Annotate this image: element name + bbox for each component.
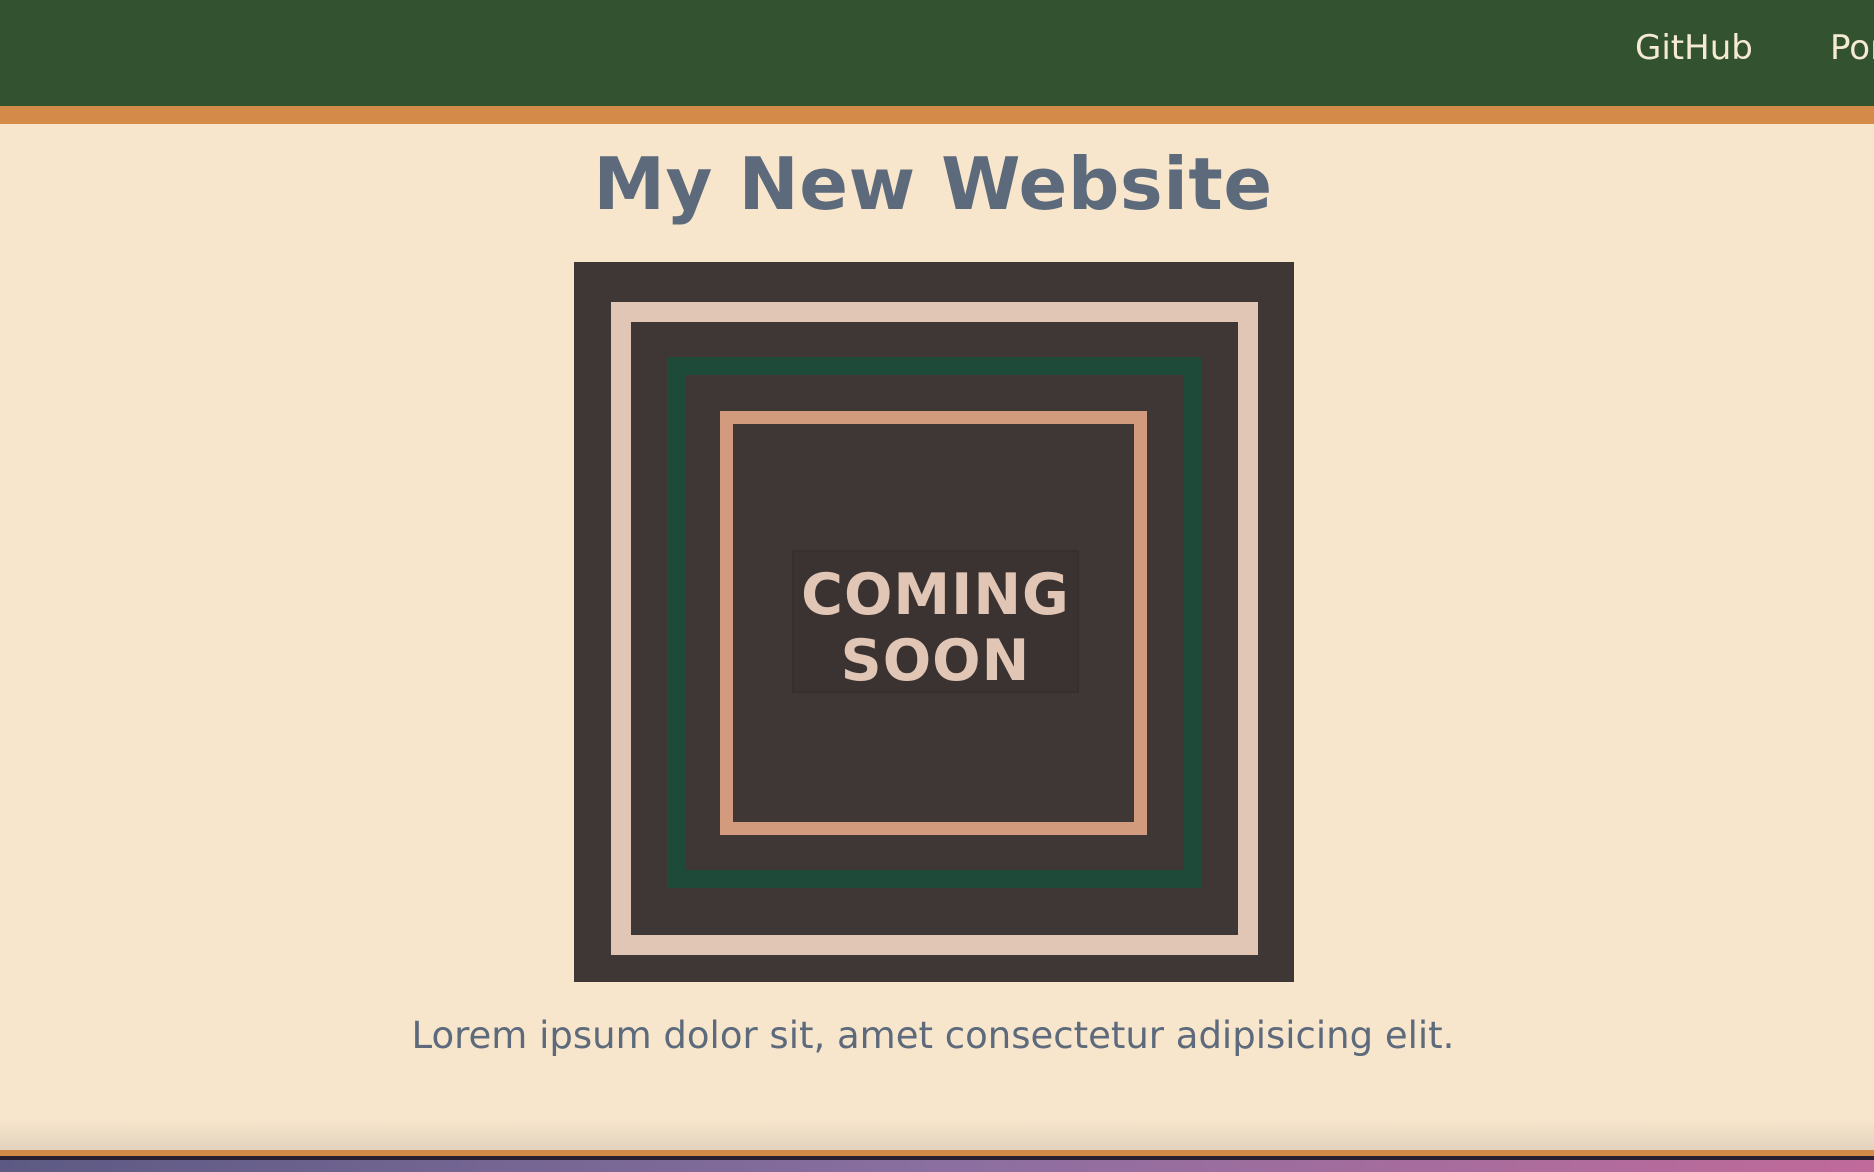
bottom-shadow — [0, 1118, 1874, 1150]
page: GitHub Por My New Website COMING SOON Lo… — [0, 0, 1874, 1172]
top-navbar: GitHub Por — [0, 0, 1874, 106]
nav-link-portfolio[interactable]: Por — [1830, 28, 1874, 68]
coming-soon-text: COMING SOON — [801, 562, 1070, 694]
intro-text: Lorem ipsum dolor sit, amet consectetur … — [411, 1014, 1455, 1057]
coming-soon-image: COMING SOON — [574, 262, 1294, 982]
coming-soon-label-box: COMING SOON — [792, 550, 1079, 694]
nav-link-github[interactable]: GitHub — [1635, 28, 1753, 68]
footer-gradient-bar — [0, 1160, 1874, 1172]
nav-accent-bar — [0, 106, 1874, 124]
page-title: My New Website — [593, 142, 1273, 226]
